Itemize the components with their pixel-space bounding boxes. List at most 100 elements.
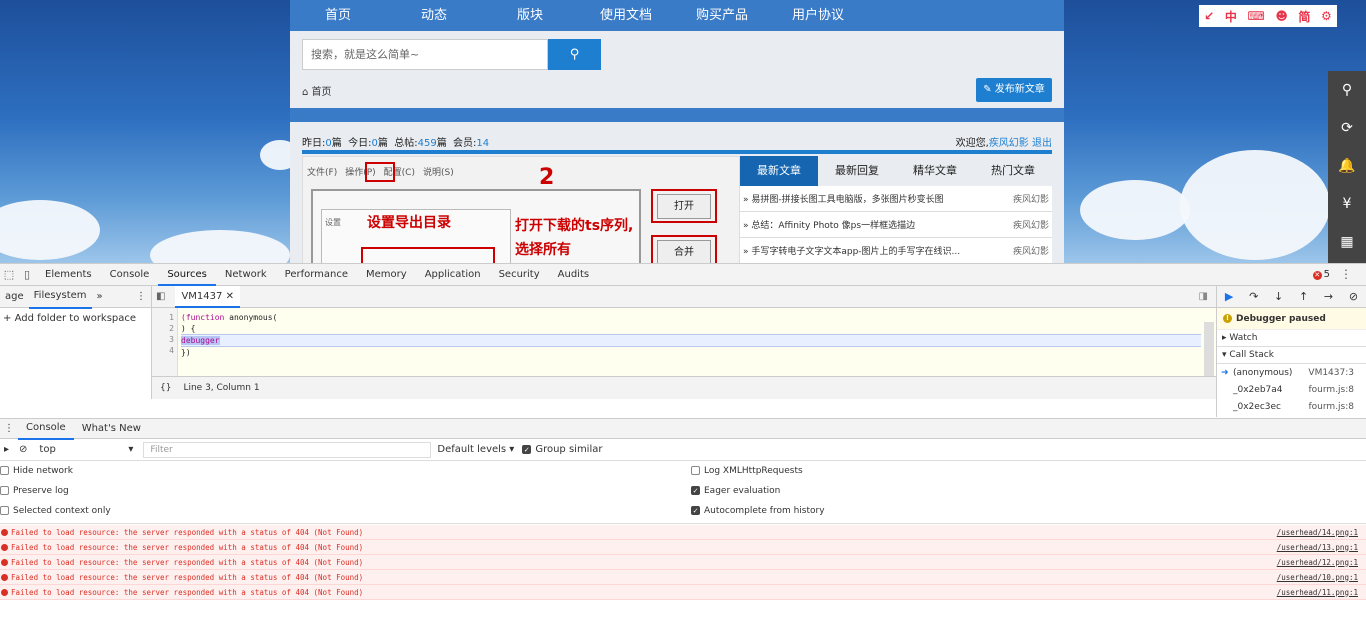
resume-icon[interactable]: ▶ bbox=[1225, 290, 1233, 303]
call-frame[interactable]: _0x2eb7a4 fourm.js:8 bbox=[1217, 381, 1366, 398]
nav-item-agreement[interactable]: 用户协议 bbox=[770, 0, 866, 31]
tab-filesystem[interactable]: Filesystem bbox=[28, 285, 92, 309]
inspect-icon[interactable]: ⬚ bbox=[0, 268, 18, 281]
context-select[interactable]: top ▾ bbox=[33, 444, 139, 455]
search-input[interactable]: 搜索，就是这么简单~ bbox=[302, 39, 548, 70]
tab-memory[interactable]: Memory bbox=[357, 264, 416, 286]
nav-item-home[interactable]: 首页 bbox=[290, 0, 386, 31]
log-levels-dropdown[interactable]: Default levels ▾ bbox=[437, 444, 514, 455]
more-tabs-icon[interactable]: » bbox=[92, 286, 108, 308]
drawer-menu-icon[interactable]: ⋮ bbox=[0, 423, 18, 434]
gear-icon[interactable]: ⚙ bbox=[1321, 9, 1332, 23]
nav-item-boards[interactable]: 版块 bbox=[482, 0, 578, 31]
qrcode-icon[interactable]: ▦ bbox=[1328, 223, 1366, 261]
add-folder-button[interactable]: + Add folder to workspace bbox=[0, 308, 151, 329]
cloud-decoration bbox=[150, 230, 290, 263]
preserve-log-checkbox[interactable]: Preserve log bbox=[0, 483, 69, 499]
error-source-link[interactable]: /userhead/11.png:1 bbox=[1277, 588, 1358, 597]
tab-performance[interactable]: Performance bbox=[276, 264, 357, 286]
keyboard-icon[interactable]: ⌨ bbox=[1247, 9, 1264, 23]
tab-hot[interactable]: 热门文章 bbox=[974, 156, 1052, 186]
sidebar-toggle-icon[interactable]: ▸ bbox=[0, 444, 13, 455]
call-frame[interactable]: _0x2ec3ec fourm.js:8 bbox=[1217, 398, 1366, 415]
watch-section[interactable]: ▸ Watch bbox=[1217, 330, 1366, 347]
shrink-icon[interactable]: ↙ bbox=[1204, 9, 1214, 23]
chinese-mode-icon[interactable]: 中 bbox=[1225, 8, 1237, 25]
eager-eval-checkbox[interactable]: ✓ Eager evaluation bbox=[691, 483, 780, 499]
error-source-link[interactable]: /userhead/14.png:1 bbox=[1277, 528, 1358, 537]
line-number[interactable]: 2 bbox=[152, 323, 174, 334]
nav-item-news[interactable]: 动态 bbox=[386, 0, 482, 31]
list-item[interactable]: » 手写字转电子文字文本app-图片上的手写字在线识... 疾风幻影 bbox=[740, 238, 1052, 263]
user-link[interactable]: 疾风幻影 bbox=[989, 138, 1029, 149]
search-icon[interactable]: ⚲ bbox=[1328, 71, 1366, 109]
tab-application[interactable]: Application bbox=[416, 264, 490, 286]
tab-elements[interactable]: Elements bbox=[36, 264, 101, 286]
log-xhr-checkbox[interactable]: Log XMLHttpRequests bbox=[691, 463, 803, 479]
article-author[interactable]: 疾风幻影 bbox=[1013, 244, 1049, 257]
step-icon[interactable]: → bbox=[1324, 290, 1333, 303]
frame-location[interactable]: fourm.js:8 bbox=[1309, 385, 1355, 395]
tab-network[interactable]: Network bbox=[216, 264, 276, 286]
clear-console-icon[interactable]: ⊘ bbox=[13, 444, 33, 455]
refresh-icon[interactable]: ⟳ bbox=[1328, 109, 1366, 147]
kebab-menu-icon[interactable]: ⋮ bbox=[131, 286, 151, 308]
close-icon[interactable]: ✕ bbox=[226, 291, 234, 302]
error-counter[interactable]: ✕ 5 bbox=[1312, 269, 1330, 280]
line-number[interactable]: 4 bbox=[152, 345, 174, 356]
list-item[interactable]: » 易拼图-拼接长图工具电脑版，多张图片秒变长图 疾风幻影 bbox=[740, 186, 1052, 212]
tab-replies[interactable]: 最新回复 bbox=[818, 156, 896, 186]
logout-link[interactable]: 退出 bbox=[1032, 138, 1052, 149]
toggle-navigator-icon[interactable]: ◧ bbox=[152, 291, 169, 302]
tab-console[interactable]: Console bbox=[101, 264, 159, 286]
drawer-tab-whats-new[interactable]: What's New bbox=[74, 418, 149, 439]
pretty-print-icon[interactable]: {} bbox=[160, 383, 171, 393]
line-number[interactable]: 3 bbox=[152, 334, 174, 345]
error-source-link[interactable]: /userhead/12.png:1 bbox=[1277, 558, 1358, 567]
tab-page[interactable]: age bbox=[0, 286, 29, 308]
tab-security[interactable]: Security bbox=[490, 264, 549, 286]
call-stack-section[interactable]: ▾ Call Stack bbox=[1217, 347, 1366, 364]
kebab-menu-icon[interactable]: ⋮ bbox=[1340, 267, 1352, 281]
qq-icon[interactable]: 🔔 bbox=[1328, 147, 1366, 185]
article-author[interactable]: 疾风幻影 bbox=[1013, 218, 1049, 231]
emoji-icon[interactable]: ☻ bbox=[1275, 9, 1288, 23]
toggle-debugger-icon[interactable]: ◨ bbox=[1199, 291, 1216, 302]
error-source-link[interactable]: /userhead/10.png:1 bbox=[1277, 573, 1358, 582]
tab-latest[interactable]: 最新文章 bbox=[740, 156, 818, 186]
file-tab-vm[interactable]: VM1437 ✕ bbox=[175, 285, 240, 308]
article-title[interactable]: » 手写字转电子文字文本app-图片上的手写字在线识... bbox=[743, 244, 960, 257]
call-frame[interactable]: ➜ (anonymous) VM1437:3 bbox=[1217, 364, 1366, 381]
tab-audits[interactable]: Audits bbox=[549, 264, 598, 286]
article-title[interactable]: » 总结：Affinity Photo 像ps一样框选描边 bbox=[743, 218, 915, 231]
tab-sources[interactable]: Sources bbox=[158, 264, 216, 286]
selected-context-checkbox[interactable]: Selected context only bbox=[0, 503, 111, 519]
step-into-icon[interactable]: ↓ bbox=[1274, 290, 1283, 303]
tab-featured[interactable]: 精华文章 bbox=[896, 156, 974, 186]
hide-network-checkbox[interactable]: Hide network bbox=[0, 463, 73, 479]
frame-location[interactable]: VM1437:3 bbox=[1308, 368, 1354, 378]
new-post-button[interactable]: ✎ 发布新文章 bbox=[976, 78, 1052, 102]
breadcrumb-home[interactable]: 首页 bbox=[312, 87, 332, 98]
scrollbar[interactable] bbox=[1204, 322, 1214, 382]
article-author[interactable]: 疾风幻影 bbox=[1013, 192, 1049, 205]
simplified-icon[interactable]: 简 bbox=[1298, 8, 1310, 25]
list-item[interactable]: » 总结：Affinity Photo 像ps一样框选描边 疾风幻影 bbox=[740, 212, 1052, 238]
line-number[interactable]: 1 bbox=[152, 312, 174, 323]
code-content[interactable]: (function anonymous( ) { debugger }) bbox=[181, 308, 1201, 376]
device-toggle-icon[interactable]: ▯ bbox=[18, 268, 36, 281]
filter-input[interactable]: Filter bbox=[143, 441, 432, 458]
search-button[interactable]: ⚲ bbox=[548, 39, 601, 70]
error-source-link[interactable]: /userhead/13.png:1 bbox=[1277, 543, 1358, 552]
group-similar-checkbox[interactable]: ✓ Group similar bbox=[522, 444, 602, 455]
nav-item-docs[interactable]: 使用文档 bbox=[578, 0, 674, 31]
autocomplete-checkbox[interactable]: ✓ Autocomplete from history bbox=[691, 503, 825, 519]
step-out-icon[interactable]: ↑ bbox=[1299, 290, 1308, 303]
step-over-icon[interactable]: ↷ bbox=[1249, 290, 1258, 303]
frame-location[interactable]: fourm.js:8 bbox=[1309, 402, 1355, 412]
article-title[interactable]: » 易拼图-拼接长图工具电脑版，多张图片秒变长图 bbox=[743, 192, 944, 205]
drawer-tab-console[interactable]: Console bbox=[18, 417, 74, 440]
yen-icon[interactable]: ¥ bbox=[1328, 185, 1366, 223]
deactivate-breakpoints-icon[interactable]: ⊘ bbox=[1349, 290, 1358, 303]
nav-item-buy[interactable]: 购买产品 bbox=[674, 0, 770, 31]
